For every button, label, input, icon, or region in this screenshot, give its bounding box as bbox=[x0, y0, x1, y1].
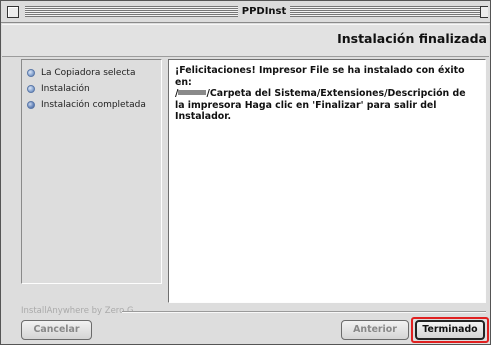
zoom-box-icon[interactable] bbox=[480, 6, 488, 18]
step-label: La Copiadora selecta bbox=[41, 68, 136, 78]
completion-message: ¡Felicitaciones! Impresor File se ha ins… bbox=[175, 65, 481, 123]
installer-branding: InstallAnywhere by Zero G bbox=[21, 306, 134, 316]
message-line: ¡Felicitaciones! Impresor File se ha ins… bbox=[175, 65, 465, 88]
path-rest: /Carpeta del Sistema/Extensiones/Descrip… bbox=[206, 88, 466, 99]
step-item: Instalación completada bbox=[27, 97, 146, 113]
close-box-icon[interactable] bbox=[7, 6, 19, 18]
step-header: Instalación finalizada bbox=[2, 24, 489, 57]
step-item: La Copiadora selecta bbox=[27, 65, 146, 81]
title-bar[interactable]: PPDInst bbox=[1, 1, 490, 23]
message-line: Instalador. bbox=[175, 111, 232, 122]
cancel-button[interactable]: Cancelar bbox=[21, 320, 92, 340]
message-line: la impresora Haga clic en 'Finalizar' pa… bbox=[175, 99, 437, 111]
steps-list: La Copiadora selecta Instalación Instala… bbox=[27, 65, 146, 113]
step-label: Instalación bbox=[41, 84, 90, 94]
steps-panel: La Copiadora selecta Instalación Instala… bbox=[21, 59, 162, 284]
step-item: Instalación bbox=[27, 81, 146, 97]
window-title: PPDInst bbox=[241, 6, 287, 17]
message-line: //Carpeta del Sistema/Extensiones/Descri… bbox=[175, 88, 481, 100]
installer-window: PPDInst Instalación finalizada La Copiad… bbox=[0, 0, 491, 345]
title-bar-stripes bbox=[290, 6, 480, 17]
message-panel: ¡Felicitaciones! Impresor File se ha ins… bbox=[168, 59, 486, 303]
page-title: Instalación finalizada bbox=[337, 31, 487, 46]
redacted-path-segment bbox=[178, 90, 207, 95]
step-bullet-icon bbox=[27, 69, 35, 77]
done-button[interactable]: Terminado bbox=[415, 320, 485, 340]
footer-divider bbox=[122, 311, 486, 313]
step-bullet-icon bbox=[27, 85, 35, 93]
step-bullet-icon bbox=[27, 101, 35, 109]
step-label: Instalación completada bbox=[41, 100, 146, 110]
back-button[interactable]: Anterior bbox=[341, 320, 409, 340]
title-bar-stripes bbox=[25, 6, 238, 17]
